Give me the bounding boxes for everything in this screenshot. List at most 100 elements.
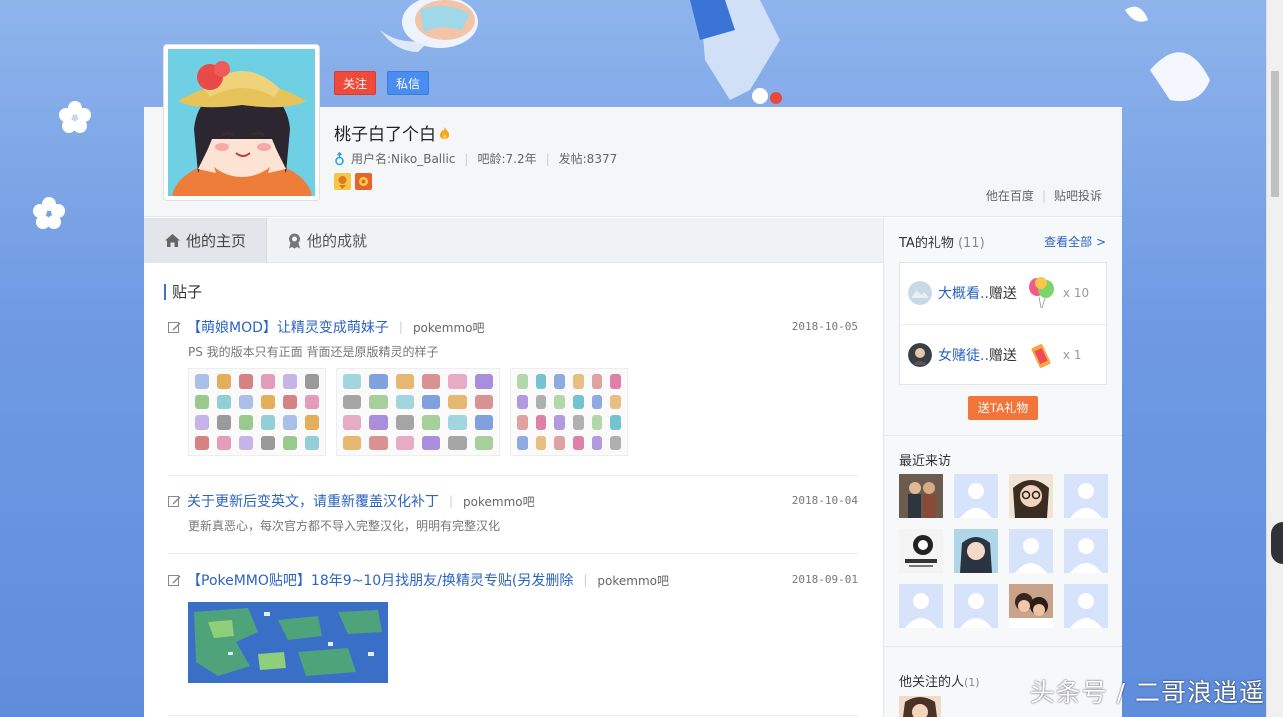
post-bar-link[interactable]: pokemmo吧 bbox=[463, 493, 535, 510]
visitor-avatar[interactable] bbox=[1009, 584, 1053, 628]
tab-homepage[interactable]: 他的主页 bbox=[144, 218, 268, 263]
send-gift-button[interactable]: 送TA礼物 bbox=[968, 396, 1038, 420]
sun-badge-icon[interactable] bbox=[355, 173, 372, 190]
sprite-tile bbox=[283, 394, 297, 409]
message-button[interactable]: 私信 bbox=[387, 71, 429, 95]
tab-achievements[interactable]: 他的成就 bbox=[267, 218, 387, 263]
gift-row: 女赌徒.. 赠送 x 1 bbox=[900, 324, 1106, 384]
sprite-tile bbox=[610, 415, 621, 430]
sprite-tile bbox=[261, 415, 275, 430]
sprite-tile bbox=[369, 394, 388, 409]
sprite-tile bbox=[239, 435, 253, 450]
post-bar-link[interactable]: pokemmo吧 bbox=[597, 572, 669, 589]
profile-display-name: 桃子白了个白 bbox=[334, 120, 451, 145]
sprite-tile bbox=[305, 394, 319, 409]
view-all-gifts-link[interactable]: 查看全部 > bbox=[1044, 233, 1106, 250]
gifts-title-text: TA的礼物 bbox=[899, 236, 954, 251]
visitor-avatar[interactable] bbox=[899, 474, 943, 518]
post-thumbnail[interactable] bbox=[336, 368, 500, 456]
gift-sender-name[interactable]: 女赌徒.. bbox=[938, 345, 989, 365]
visitor-avatar[interactable] bbox=[899, 529, 943, 573]
user-avatar[interactable] bbox=[163, 44, 320, 201]
edit-icon bbox=[168, 574, 181, 586]
scrollbar-thumb[interactable] bbox=[1270, 70, 1280, 198]
gifts-title: TA的礼物 (11) bbox=[899, 232, 985, 251]
medal-icon bbox=[289, 233, 301, 248]
following-avatar[interactable] bbox=[899, 696, 941, 717]
fire-icon bbox=[439, 127, 450, 139]
sprite-tile bbox=[517, 435, 528, 450]
sprite-tile bbox=[610, 374, 621, 389]
sprite-tile bbox=[217, 374, 231, 389]
lipstick-icon bbox=[1031, 343, 1051, 368]
visitor-avatar[interactable] bbox=[954, 529, 998, 573]
right-sidebar: TA的礼物 (11) 查看全部 > 大概看.. 赠送 x 10 女赌徒.. 赠送… bbox=[883, 218, 1122, 717]
post-title[interactable]: 【PokeMMO贴吧】18年9~10月找朋友/换精灵专贴(另发删除 bbox=[187, 570, 573, 590]
sprite-tile bbox=[343, 435, 362, 450]
visitor-avatar-default[interactable] bbox=[899, 584, 943, 628]
visitor-avatar-default[interactable] bbox=[954, 474, 998, 518]
post-bar-link[interactable]: pokemmo吧 bbox=[413, 319, 485, 336]
sprite-tile bbox=[448, 415, 467, 430]
profile-header-links: 他在百度 | 贴吧投诉 bbox=[985, 187, 1102, 204]
honor-badge-icon[interactable] bbox=[334, 173, 351, 190]
sprite-tile bbox=[283, 415, 297, 430]
side-float-button[interactable] bbox=[1271, 522, 1283, 564]
post-title[interactable]: 【萌娘MOD】让精灵变成萌妹子 bbox=[187, 317, 389, 337]
report-link[interactable]: 贴吧投诉 bbox=[1054, 187, 1102, 204]
sprite-tile bbox=[195, 435, 209, 450]
sprite-tile bbox=[195, 415, 209, 430]
sprite-tile bbox=[217, 435, 231, 450]
post-item: 【萌娘MOD】让精灵变成萌妹子 | pokemmo吧 2018-10-05 PS… bbox=[168, 317, 858, 476]
gift-list: 大概看.. 赠送 x 10 女赌徒.. 赠送 x 1 bbox=[899, 262, 1107, 385]
sprite-tile bbox=[305, 435, 319, 450]
post-item: 关于更新后变英文，请重新覆盖汉化补丁 | pokemmo吧 2018-10-04… bbox=[168, 491, 858, 554]
profile-tabs: 他的主页 他的成就 bbox=[144, 218, 883, 263]
visitor-avatar-default[interactable] bbox=[954, 584, 998, 628]
follow-button[interactable]: 关注 bbox=[334, 71, 376, 95]
bar-age-label: 吧龄:7.2年 bbox=[477, 152, 537, 166]
baidu-link[interactable]: 他在百度 bbox=[986, 187, 1034, 204]
post-map-thumbnail[interactable] bbox=[188, 602, 388, 683]
recent-visitors-title: 最近来访 bbox=[899, 454, 952, 469]
visitor-avatar-default[interactable] bbox=[1064, 474, 1108, 518]
flower-icon bbox=[33, 197, 65, 229]
visitor-avatar-default[interactable] bbox=[1009, 529, 1053, 573]
tab-achievements-label: 他的成就 bbox=[307, 232, 368, 250]
sprite-tile bbox=[195, 394, 209, 409]
post-abstract: 更新真恶心，每次官方都不导入完整汉化，明明有完整汉化 bbox=[188, 519, 501, 533]
visitor-avatar-default[interactable] bbox=[1064, 529, 1108, 573]
watermark-text: 头条号 / 二哥浪逍遥 bbox=[1029, 678, 1265, 707]
sprite-tile bbox=[395, 435, 414, 450]
post-thumbnail[interactable] bbox=[188, 368, 326, 456]
sprite-tile bbox=[474, 435, 493, 450]
sprite-tile bbox=[535, 415, 547, 430]
vertical-scrollbar[interactable] bbox=[1266, 0, 1283, 717]
post-title[interactable]: 关于更新后变英文，请重新覆盖汉化补丁 bbox=[187, 491, 439, 511]
sprite-tile bbox=[535, 394, 547, 409]
visitor-avatar[interactable] bbox=[1009, 474, 1053, 518]
following-count: (1) bbox=[964, 676, 980, 689]
sprite-tile bbox=[517, 374, 528, 389]
visitor-avatar-default[interactable] bbox=[1064, 584, 1108, 628]
sprite-tile bbox=[572, 415, 584, 430]
gift-sender-name[interactable]: 大概看.. bbox=[938, 283, 989, 303]
sprite-tile bbox=[591, 394, 603, 409]
balloons-icon bbox=[1028, 277, 1054, 309]
posts-main: 贴子 【萌娘MOD】让精灵变成萌妹子 | pokemmo吧 2018-10-05… bbox=[144, 264, 883, 717]
sprite-tile bbox=[474, 415, 493, 430]
sprite-tile bbox=[283, 435, 297, 450]
sprite-tile bbox=[572, 394, 584, 409]
home-icon bbox=[165, 234, 180, 247]
sprite-tile bbox=[517, 415, 528, 430]
display-name-text: 桃子白了个白 bbox=[334, 125, 436, 145]
male-gender-icon bbox=[335, 151, 344, 165]
gift-sender-avatar[interactable] bbox=[908, 342, 932, 367]
post-thumbnail[interactable] bbox=[510, 368, 628, 456]
sprite-tile bbox=[448, 435, 467, 450]
sprite-tile bbox=[572, 374, 584, 389]
gift-sender-avatar[interactable] bbox=[908, 281, 932, 305]
sprite-tile bbox=[474, 374, 493, 389]
edit-icon bbox=[168, 321, 181, 333]
sidebar-divider bbox=[884, 435, 1122, 436]
